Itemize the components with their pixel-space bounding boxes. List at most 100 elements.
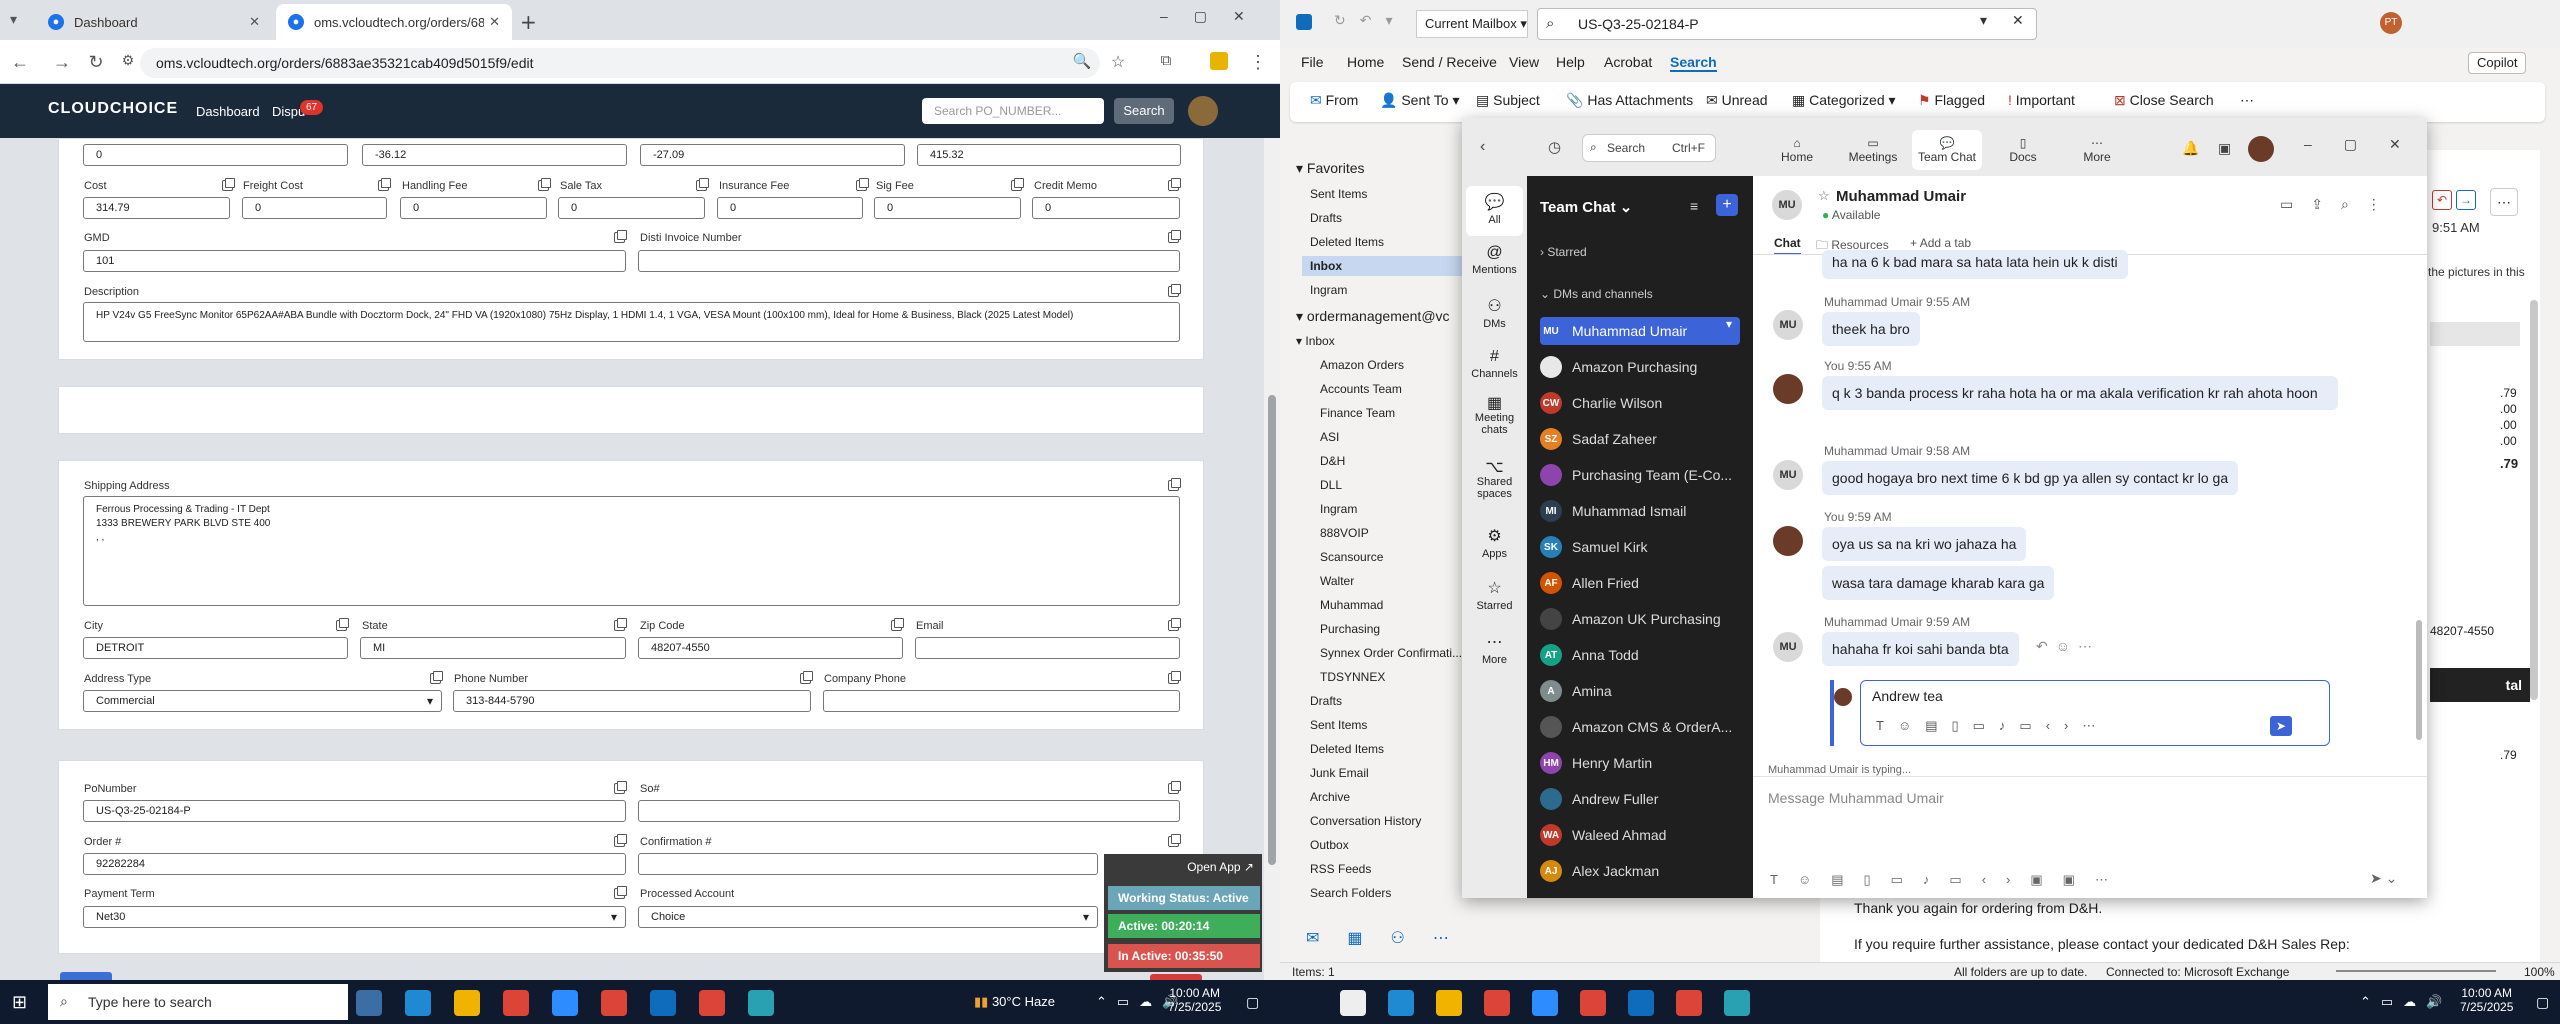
chat-list-item[interactable]: SK Samuel Kirk xyxy=(1540,533,1740,561)
folder-item[interactable]: Search Folders xyxy=(1310,886,1391,900)
folder-item[interactable]: Finance Team xyxy=(1320,406,1395,420)
chat-list-item[interactable]: AF Allen Fried xyxy=(1540,569,1740,597)
credit-memo-field[interactable]: 0 xyxy=(1032,197,1180,219)
copy-icon[interactable] xyxy=(856,178,869,191)
reading-scrollbar[interactable] xyxy=(2530,300,2538,700)
po-search-button[interactable]: Search xyxy=(1114,98,1174,124)
top-field-1[interactable]: 0 xyxy=(83,144,348,166)
reload-icon[interactable]: ↻ xyxy=(84,52,108,73)
copy-icon[interactable] xyxy=(538,178,551,191)
sale-tax-field[interactable]: 0 xyxy=(558,197,705,219)
fav-sent-items[interactable]: Sent Items xyxy=(1310,187,1367,201)
window-controls[interactable]: –▢✕ xyxy=(1160,8,1271,25)
rail-apps[interactable]: ⚙ Apps xyxy=(1462,526,1527,560)
ribbon-more-icon[interactable]: ⋯ xyxy=(2240,92,2254,109)
topnav-home[interactable]: ⌂ Home xyxy=(1762,136,1832,164)
search-dropdown-icon[interactable]: ▾ xyxy=(1980,12,1987,29)
chat-list-item[interactable]: Amazon UK Purchasing xyxy=(1540,605,1740,633)
chat-message[interactable]: oya us sa na kri wo jahaza ha xyxy=(1822,527,2027,561)
filter-attachments-button[interactable]: 📎 Has Attachments xyxy=(1566,92,1693,109)
star-icon[interactable]: ☆ xyxy=(1818,188,1830,204)
menu-view[interactable]: View xyxy=(1509,54,1539,70)
chat-message[interactable]: good hogaya bro next time 6 k bd gp ya a… xyxy=(1822,461,2239,495)
rail-starred[interactable]: ☆ Starred xyxy=(1462,578,1527,612)
taskbar-clock-right[interactable]: 10:00 AM 7/25/2025 xyxy=(2460,986,2513,1014)
page-scrollbar-thumb[interactable] xyxy=(1268,395,1276,865)
taskbar-app-icon[interactable] xyxy=(650,990,676,1016)
folder-item[interactable]: Walter xyxy=(1320,574,1354,588)
folder-item[interactable]: RSS Feeds xyxy=(1310,862,1371,876)
rail-meeting-chats[interactable]: ▦ Meeting chats xyxy=(1462,396,1527,437)
folder-item[interactable]: Ingram xyxy=(1320,502,1357,516)
chat-list-item[interactable]: Andrew Fuller xyxy=(1540,785,1740,813)
bookmark-star-icon[interactable]: ☆ xyxy=(1106,52,1130,72)
processed-account-select[interactable]: Choice xyxy=(638,906,1098,928)
copy-icon[interactable] xyxy=(614,618,627,631)
new-chat-button[interactable]: + xyxy=(1716,194,1738,216)
copy-icon[interactable] xyxy=(1168,284,1181,297)
chat-list-item[interactable]: AT Anna Todd xyxy=(1540,641,1740,669)
menu-home[interactable]: Home xyxy=(1347,54,1384,70)
more-actions-icon[interactable]: ⋯ xyxy=(2490,188,2518,216)
taskbar-app-icon[interactable] xyxy=(1676,990,1702,1016)
taskbar-app-icon[interactable] xyxy=(1436,990,1462,1016)
avatar[interactable] xyxy=(1188,96,1218,126)
chat-contact-name[interactable]: Muhammad Umair xyxy=(1836,188,1966,205)
topnav-meetings[interactable]: ▭ Meetings xyxy=(1838,136,1908,164)
taskbar-app-icon[interactable] xyxy=(1532,990,1558,1016)
phone-field[interactable]: 313-844-5790 xyxy=(453,690,811,712)
chat-list-item[interactable]: CW Charlie Wilson xyxy=(1540,389,1740,417)
copilot-button[interactable]: Copilot xyxy=(2468,52,2527,74)
taskbar-app-icon[interactable] xyxy=(356,990,382,1016)
freight-cost-field[interactable]: 0 xyxy=(242,197,387,219)
send-icon[interactable]: ➤ xyxy=(2270,716,2292,736)
pictures-notice[interactable]: the pictures in this xyxy=(2428,265,2525,279)
chat-list-item[interactable]: Amazon Purchasing xyxy=(1540,353,1740,381)
copy-icon[interactable] xyxy=(1168,618,1181,631)
add-tab-button[interactable]: + Add a tab xyxy=(1910,236,1971,250)
close-icon[interactable]: ✕ xyxy=(249,14,260,30)
folder-item[interactable]: Synnex Order Confirmati... xyxy=(1320,646,1462,660)
rail-all[interactable]: 💬 All xyxy=(1462,192,1527,226)
folder-item[interactable]: Scansource xyxy=(1320,550,1383,564)
folder-item[interactable]: TDSYNNEX xyxy=(1320,670,1385,684)
copy-icon[interactable] xyxy=(1011,178,1024,191)
copy-icon[interactable] xyxy=(696,178,709,191)
cost-field[interactable]: 314.79 xyxy=(83,197,230,219)
back-icon[interactable]: ‹ xyxy=(1480,138,1485,156)
top-field-4[interactable]: 415.32 xyxy=(917,144,1181,166)
forward-icon[interactable]: → xyxy=(50,52,74,73)
copy-icon[interactable] xyxy=(1168,178,1181,191)
filter-unread-button[interactable]: ✉ Unread xyxy=(1706,92,1768,109)
avatar[interactable]: PT xyxy=(2380,12,2402,34)
rail-more[interactable]: ⋯ More xyxy=(1462,632,1527,666)
notifications-icon[interactable]: ▢ xyxy=(1246,994,1259,1011)
chat-tab[interactable]: Chat xyxy=(1774,236,1801,255)
back-icon[interactable]: ← xyxy=(8,52,32,73)
city-field[interactable]: DETROIT xyxy=(83,637,348,659)
inbox-header[interactable]: ▾ Inbox xyxy=(1296,334,1335,348)
send-icon[interactable]: ➤ ⌄ xyxy=(2370,870,2397,887)
clear-search-icon[interactable]: ✕ xyxy=(2012,12,2024,29)
folder-item[interactable]: Junk Email xyxy=(1310,766,1369,780)
fav-inbox[interactable]: Inbox xyxy=(1302,256,1462,276)
handling-fee-field[interactable]: 0 xyxy=(400,197,547,219)
copy-icon[interactable] xyxy=(614,886,627,899)
message-reaction-icons[interactable]: ↶☺⋯ xyxy=(2036,638,2100,655)
mailbox-scope-select[interactable]: Current Mailbox ▾ xyxy=(1416,10,1528,38)
site-info-icon[interactable]: ⚙ xyxy=(116,52,140,69)
copy-icon[interactable] xyxy=(891,618,904,631)
zoom-icon[interactable]: 🔍 xyxy=(1070,52,1094,70)
windows-start-icon[interactable]: ⊞ xyxy=(12,992,27,1013)
folder-item[interactable]: Muhammad xyxy=(1320,598,1383,612)
bell-icon[interactable]: 🔔 xyxy=(2182,140,2199,157)
taskbar-app-icon[interactable] xyxy=(748,990,774,1016)
extensions-icon[interactable]: ⧉ xyxy=(1154,52,1178,69)
filter-sent-to-button[interactable]: 👤 Sent To ▾ xyxy=(1380,92,1459,109)
whiteboard-icon[interactable]: ▣ xyxy=(2218,140,2231,157)
copy-icon[interactable] xyxy=(614,834,627,847)
module-switcher[interactable]: ✉▦⚇⋯ xyxy=(1306,928,1477,948)
rail-shared-spaces[interactable]: ⌥ Shared spaces xyxy=(1462,460,1527,501)
menu-file[interactable]: File xyxy=(1301,54,1324,70)
folder-item[interactable]: Purchasing xyxy=(1320,622,1380,636)
